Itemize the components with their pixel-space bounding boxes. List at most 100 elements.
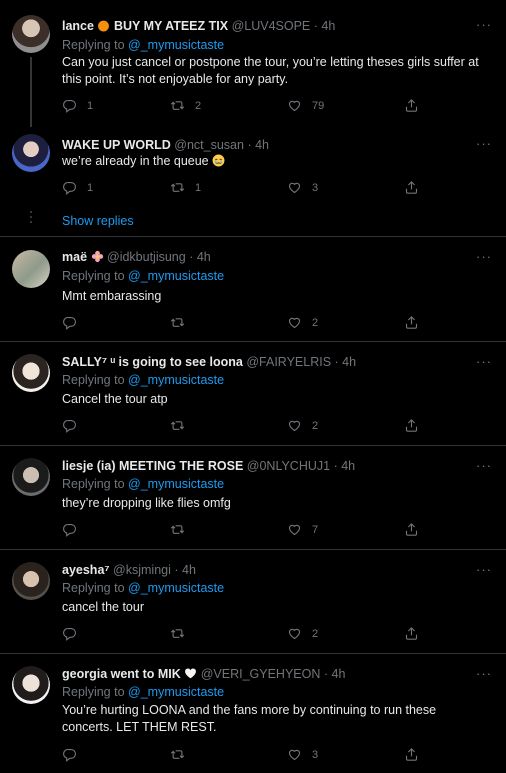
display-name[interactable]: liesje (ia) MEETING THE ROSE <box>62 459 243 473</box>
share-icon <box>404 315 419 330</box>
tweet-text: they’re dropping like flies omfg <box>62 496 231 510</box>
tweet[interactable]: lance BUY MY ATEEZ TIX @LUV4SOPE · 4h ··… <box>0 0 506 127</box>
more-options-button[interactable]: ··· <box>476 136 492 151</box>
like-button[interactable]: 79 <box>287 98 324 113</box>
reply-icon <box>62 180 77 195</box>
like-count: 2 <box>312 316 319 329</box>
reply-count: 1 <box>87 99 94 112</box>
tweet-text: cancel the tour <box>62 600 144 614</box>
timestamp[interactable]: · 4h <box>334 459 356 473</box>
display-name[interactable]: SALLY⁷ ᵘ is going to see loona <box>62 355 243 369</box>
display-name[interactable]: lance <box>62 19 94 33</box>
share-button[interactable] <box>404 522 419 537</box>
timestamp[interactable]: · 4h <box>335 355 357 369</box>
retweet-button[interactable]: 2 <box>170 98 201 113</box>
tweet[interactable]: georgia went to MIK @VERI_GYEHYEON · 4h … <box>0 654 506 773</box>
avatar[interactable] <box>12 354 50 392</box>
more-options-button[interactable]: ··· <box>476 458 492 473</box>
like-button[interactable]: 3 <box>287 180 318 195</box>
avatar[interactable] <box>12 134 50 172</box>
timestamp[interactable]: · 4h <box>247 138 269 152</box>
tweet-actions: 2 <box>62 315 442 331</box>
mention-link[interactable]: @_mymusictaste <box>128 477 224 491</box>
handle[interactable]: @ksjmingi <box>113 563 171 577</box>
replying-to-label: Replying to <box>62 685 125 699</box>
more-options-button[interactable]: ··· <box>476 17 492 32</box>
like-count: 7 <box>312 523 319 536</box>
mention-link[interactable]: @_mymusictaste <box>128 685 224 699</box>
tweet[interactable]: SALLY⁷ ᵘ is going to see loona @FAIRYELR… <box>0 342 506 445</box>
timestamp[interactable]: · 4h <box>324 667 346 681</box>
retweet-button[interactable]: 1 <box>170 180 201 195</box>
share-button[interactable] <box>404 418 419 433</box>
show-replies-link[interactable]: Show replies <box>62 214 134 228</box>
heart-icon <box>287 522 302 537</box>
timestamp[interactable]: · 4h <box>189 250 211 264</box>
display-name[interactable]: WAKE UP WORLD <box>62 138 171 152</box>
share-button[interactable] <box>404 98 419 113</box>
tweet[interactable]: WAKE UP WORLD @nct_susan · 4h ··· we’re … <box>0 122 506 202</box>
tweet-actions: 1 2 79 <box>62 98 442 114</box>
reply-button[interactable] <box>62 315 87 330</box>
reply-button[interactable] <box>62 747 87 762</box>
display-name[interactable]: ayesha⁷ <box>62 563 110 577</box>
retweet-icon <box>170 315 185 330</box>
avatar[interactable] <box>12 458 50 496</box>
avatar[interactable] <box>12 15 50 53</box>
retweet-button[interactable] <box>170 522 195 537</box>
avatar[interactable] <box>12 250 50 288</box>
more-options-button[interactable]: ··· <box>476 666 492 681</box>
retweet-icon <box>170 522 185 537</box>
display-name[interactable]: maë <box>62 250 87 264</box>
retweet-count: 2 <box>195 99 202 112</box>
avatar[interactable] <box>12 666 50 704</box>
like-button[interactable]: 2 <box>287 315 318 330</box>
like-button[interactable]: 2 <box>287 418 318 433</box>
reply-button[interactable] <box>62 626 87 641</box>
retweet-button[interactable] <box>170 315 195 330</box>
like-button[interactable]: 3 <box>287 747 318 762</box>
reply-button[interactable]: 1 <box>62 98 93 113</box>
timestamp[interactable]: · 4h <box>174 563 196 577</box>
reply-button[interactable] <box>62 522 87 537</box>
retweet-button[interactable] <box>170 747 195 762</box>
more-options-button[interactable]: ··· <box>476 249 492 264</box>
replying-to-label: Replying to <box>62 581 125 595</box>
mention-link[interactable]: @_mymusictaste <box>128 373 224 387</box>
reply-button[interactable]: 1 <box>62 180 93 195</box>
handle[interactable]: @FAIRYELRIS <box>246 355 331 369</box>
crying-face-emoji-icon <box>212 154 225 167</box>
retweet-button[interactable] <box>170 626 195 641</box>
tweet[interactable]: liesje (ia) MEETING THE ROSE @0NLYCHUJ1 … <box>0 446 506 549</box>
handle[interactable]: @nct_susan <box>174 138 244 152</box>
handle[interactable]: @idkbutjisung <box>107 250 186 264</box>
mention-link[interactable]: @_mymusictaste <box>128 269 224 283</box>
more-options-button[interactable]: ··· <box>476 354 492 369</box>
share-button[interactable] <box>404 626 419 641</box>
mention-link[interactable]: @_mymusictaste <box>128 38 224 52</box>
tweet[interactable]: maë @idkbutjisung · 4h ··· Replying to @… <box>0 237 506 341</box>
timestamp[interactable]: · 4h <box>314 19 336 33</box>
display-name-suffix[interactable]: BUY MY ATEEZ TIX <box>114 19 228 33</box>
more-options-button[interactable]: ··· <box>476 562 492 577</box>
like-count: 2 <box>312 627 319 640</box>
share-button[interactable] <box>404 315 419 330</box>
share-button[interactable] <box>404 747 419 762</box>
handle[interactable]: @VERI_GYEHYEON <box>201 667 321 681</box>
handle[interactable]: @0NLYCHUJ1 <box>247 459 330 473</box>
reply-icon <box>62 626 77 641</box>
display-name[interactable]: georgia went to MIK <box>62 667 181 681</box>
avatar[interactable] <box>12 562 50 600</box>
reply-button[interactable] <box>62 418 87 433</box>
like-button[interactable]: 7 <box>287 522 318 537</box>
flower-emoji-icon <box>91 250 103 263</box>
handle[interactable]: @LUV4SOPE <box>232 19 311 33</box>
reply-count: 1 <box>87 181 94 194</box>
like-button[interactable]: 2 <box>287 626 318 641</box>
share-icon <box>404 747 419 762</box>
share-icon <box>404 418 419 433</box>
share-button[interactable] <box>404 180 419 195</box>
mention-link[interactable]: @_mymusictaste <box>128 581 224 595</box>
retweet-button[interactable] <box>170 418 195 433</box>
tweet[interactable]: ayesha⁷ @ksjmingi · 4h ··· Replying to @… <box>0 550 506 653</box>
